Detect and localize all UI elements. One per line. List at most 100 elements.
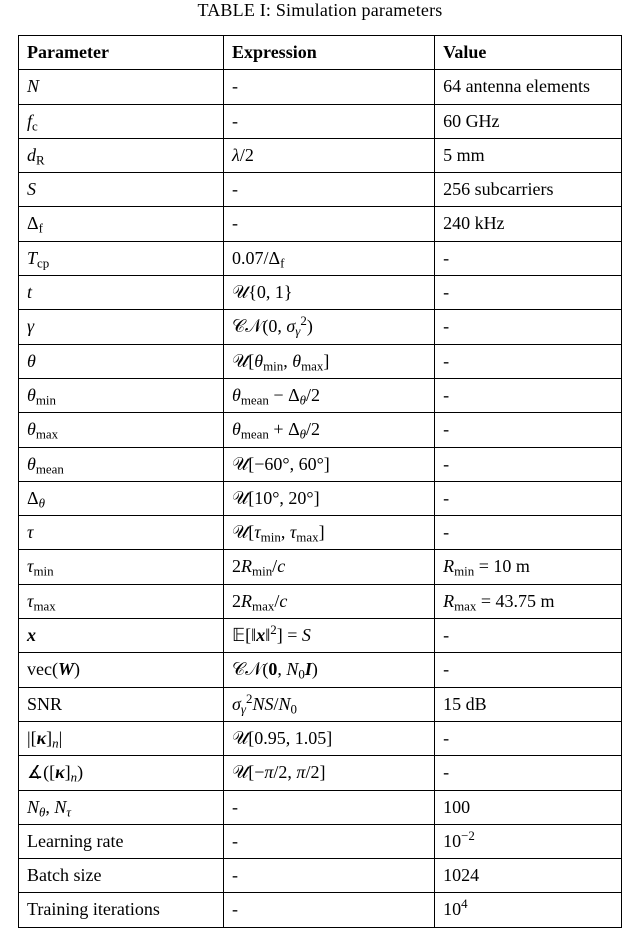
cell-expression: 0.07/Δf: [224, 241, 435, 275]
table-body: N-64 antenna elementsfc-60 GHzdRλ/25 mmS…: [19, 70, 622, 927]
cell-parameter: θmin: [19, 378, 224, 412]
table-row: τmin2Rmin/cRmin = 10 m: [19, 550, 622, 584]
cell-value: -: [435, 619, 622, 653]
cell-parameter: θ: [19, 344, 224, 378]
cell-value: 60 GHz: [435, 104, 622, 138]
cell-value: 100: [435, 790, 622, 824]
cell-value: -: [435, 516, 622, 550]
cell-parameter: SNR: [19, 687, 224, 721]
cell-value: 15 dB: [435, 687, 622, 721]
table-row: dRλ/25 mm: [19, 138, 622, 172]
table-row: SNRσγ2NS/N015 dB: [19, 687, 622, 721]
table-caption: TABLE I: Simulation parameters: [18, 0, 622, 21]
cell-expression: λ/2: [224, 138, 435, 172]
cell-value: -: [435, 310, 622, 344]
cell-value: 5 mm: [435, 138, 622, 172]
table-row: Tcp0.07/Δf-: [19, 241, 622, 275]
col-header-expression: Expression: [224, 36, 435, 70]
cell-parameter: Batch size: [19, 859, 224, 893]
cell-parameter: x: [19, 619, 224, 653]
cell-parameter: τmax: [19, 584, 224, 618]
cell-parameter: S: [19, 173, 224, 207]
cell-parameter: γ: [19, 310, 224, 344]
cell-value: 64 antenna elements: [435, 70, 622, 104]
col-header-parameter: Parameter: [19, 36, 224, 70]
cell-value: -: [435, 653, 622, 687]
table-row: γ𝒞𝒩(0, σγ2)-: [19, 310, 622, 344]
table-row: Learning rate-10−2: [19, 824, 622, 858]
cell-value: -: [435, 481, 622, 515]
cell-parameter: Training iterations: [19, 893, 224, 927]
cell-expression: 𝒞𝒩(0, N0I): [224, 653, 435, 687]
cell-value: -: [435, 378, 622, 412]
table-row: Nθ, Nτ-100: [19, 790, 622, 824]
simulation-parameters-table: Parameter Expression Value N-64 antenna …: [18, 35, 622, 928]
cell-value: Rmin = 10 m: [435, 550, 622, 584]
cell-value: -: [435, 276, 622, 310]
table-row: Δf-240 kHz: [19, 207, 622, 241]
cell-expression: σγ2NS/N0: [224, 687, 435, 721]
cell-value: 1024: [435, 859, 622, 893]
cell-expression: -: [224, 859, 435, 893]
cell-value: Rmax = 43.75 m: [435, 584, 622, 618]
cell-expression: 𝒰[τmin, τmax]: [224, 516, 435, 550]
cell-parameter: τ: [19, 516, 224, 550]
table-row: τmax2Rmax/cRmax = 43.75 m: [19, 584, 622, 618]
table-row: Batch size-1024: [19, 859, 622, 893]
cell-parameter: |[κ]n|: [19, 721, 224, 755]
table-row: θ𝒰[θmin, θmax]-: [19, 344, 622, 378]
cell-expression: 𝒞𝒩(0, σγ2): [224, 310, 435, 344]
cell-expression: 2Rmin/c: [224, 550, 435, 584]
cell-expression: 𝒰[θmin, θmax]: [224, 344, 435, 378]
table-row: S-256 subcarriers: [19, 173, 622, 207]
table-row: N-64 antenna elements: [19, 70, 622, 104]
table-row: vec(W)𝒞𝒩(0, N0I)-: [19, 653, 622, 687]
cell-expression: -: [224, 893, 435, 927]
cell-parameter: fc: [19, 104, 224, 138]
cell-value: -: [435, 721, 622, 755]
cell-parameter: θmean: [19, 447, 224, 481]
cell-expression: 𝒰[−60°, 60°]: [224, 447, 435, 481]
cell-parameter: Learning rate: [19, 824, 224, 858]
cell-expression: 𝒰[0.95, 1.05]: [224, 721, 435, 755]
table-row: Δθ𝒰[10°, 20°]-: [19, 481, 622, 515]
cell-parameter: ∡([κ]n): [19, 756, 224, 790]
cell-expression: 𝒰[10°, 20°]: [224, 481, 435, 515]
table-row: fc-60 GHz: [19, 104, 622, 138]
table-row: ∡([κ]n)𝒰[−π/2, π/2]-: [19, 756, 622, 790]
cell-expression: 𝔼[‖x‖2] = S: [224, 619, 435, 653]
cell-value: -: [435, 344, 622, 378]
cell-value: 256 subcarriers: [435, 173, 622, 207]
cell-expression: -: [224, 207, 435, 241]
cell-expression: -: [224, 824, 435, 858]
cell-parameter: vec(W): [19, 653, 224, 687]
cell-value: -: [435, 447, 622, 481]
cell-expression: 2Rmax/c: [224, 584, 435, 618]
cell-parameter: dR: [19, 138, 224, 172]
col-header-value: Value: [435, 36, 622, 70]
cell-parameter: Δθ: [19, 481, 224, 515]
table-row: θmaxθmean + Δθ/2-: [19, 413, 622, 447]
cell-parameter: N: [19, 70, 224, 104]
cell-value: -: [435, 241, 622, 275]
cell-value: -: [435, 413, 622, 447]
table-row: t𝒰{0, 1}-: [19, 276, 622, 310]
cell-expression: -: [224, 790, 435, 824]
cell-value: 104: [435, 893, 622, 927]
table-row: θminθmean − Δθ/2-: [19, 378, 622, 412]
cell-parameter: Δf: [19, 207, 224, 241]
cell-expression: θmean + Δθ/2: [224, 413, 435, 447]
table-row: Training iterations-104: [19, 893, 622, 927]
cell-expression: -: [224, 70, 435, 104]
cell-value: 10−2: [435, 824, 622, 858]
cell-expression: -: [224, 173, 435, 207]
cell-expression: 𝒰[−π/2, π/2]: [224, 756, 435, 790]
table-row: |[κ]n|𝒰[0.95, 1.05]-: [19, 721, 622, 755]
table-row: τ𝒰[τmin, τmax]-: [19, 516, 622, 550]
cell-value: -: [435, 756, 622, 790]
cell-expression: 𝒰{0, 1}: [224, 276, 435, 310]
cell-expression: θmean − Δθ/2: [224, 378, 435, 412]
cell-parameter: Tcp: [19, 241, 224, 275]
table-row: x𝔼[‖x‖2] = S-: [19, 619, 622, 653]
table-header-row: Parameter Expression Value: [19, 36, 622, 70]
